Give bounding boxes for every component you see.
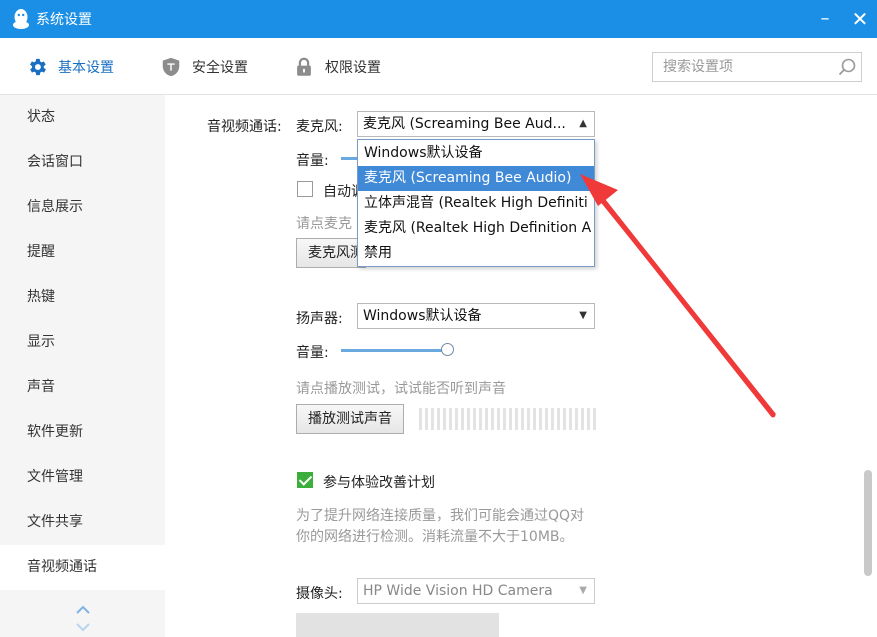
level-meter-bar <box>437 408 440 430</box>
level-meter-bar <box>575 408 578 430</box>
level-meter-bar <box>461 408 464 430</box>
level-meter-bar <box>419 408 422 430</box>
speaker-label: 扬声器: <box>296 311 343 327</box>
level-meter-bar <box>521 408 524 430</box>
tab-basic-settings[interactable]: 基本设置 <box>26 38 114 95</box>
level-meter-bar <box>563 408 566 430</box>
level-meter-bar <box>449 408 452 430</box>
level-meter-bar <box>527 408 530 430</box>
sidebar-item-info-display[interactable]: 信息展示 <box>0 185 165 230</box>
tab-basic-settings-label: 基本设置 <box>58 59 114 76</box>
level-meter-bar <box>581 408 584 430</box>
speaker-volume-label: 音量: <box>296 345 329 361</box>
experience-desc-line1: 为了提升网络连接质量，我们可能会通过QQ对 <box>296 508 585 524</box>
level-meter-bar <box>509 408 512 430</box>
speaker-select[interactable]: Windows默认设备 ▼ <box>357 303 595 329</box>
window-title: 系统设置 <box>36 12 92 28</box>
camera-select[interactable]: HP Wide Vision HD Camera ▼ <box>357 578 595 604</box>
tab-security-settings[interactable]: 安全设置 <box>160 38 248 95</box>
level-meter-bar <box>587 408 590 430</box>
mic-option-realtek-mic[interactable]: 麦克风 (Realtek High Definition A <box>358 216 594 241</box>
level-meter-bar <box>491 408 494 430</box>
speaker-level-meter <box>419 408 596 430</box>
camera-preview <box>296 613 499 637</box>
mic-volume-slider[interactable] <box>341 157 357 160</box>
sidebar-item-software-update[interactable]: 软件更新 <box>0 410 165 455</box>
caret-up-icon: ▲ <box>579 118 587 129</box>
mic-test-hint: 请点麦克 <box>296 216 352 232</box>
caret-down-icon: ▼ <box>579 585 587 596</box>
tab-security-settings-label: 安全设置 <box>192 59 248 76</box>
chevron-down-icon[interactable] <box>74 620 92 634</box>
camera-label: 摄像头: <box>296 586 343 602</box>
close-button[interactable]: ✕ <box>847 6 873 32</box>
sidebar-item-reminders[interactable]: 提醒 <box>0 230 165 275</box>
settings-sidebar: 状态 会话窗口 信息展示 提醒 热键 显示 声音 软件更新 文件管理 文件共享 … <box>0 95 165 637</box>
mic-label: 麦克风: <box>296 119 343 135</box>
sidebar-item-display[interactable]: 显示 <box>0 320 165 365</box>
speaker-test-hint: 请点播放测试，试试能否听到声音 <box>296 381 506 397</box>
level-meter-bar <box>515 408 518 430</box>
mic-dropdown-list: Windows默认设备 麦克风 (Screaming Bee Audio) 立体… <box>357 139 595 267</box>
level-meter-bar <box>473 408 476 430</box>
level-meter-bar <box>443 408 446 430</box>
speaker-volume-thumb[interactable] <box>441 343 454 356</box>
level-meter-bar <box>539 408 542 430</box>
mic-select-value: 麦克风 (Screaming Bee Aud... <box>363 116 566 132</box>
level-meter-bar <box>485 408 488 430</box>
search-icon[interactable] <box>837 57 857 77</box>
search-box <box>652 52 862 82</box>
experience-program-checkbox[interactable] <box>297 472 313 488</box>
speaker-select-value: Windows默认设备 <box>363 308 482 324</box>
level-meter-bar <box>455 408 458 430</box>
level-meter-bar <box>569 408 572 430</box>
caret-down-icon: ▼ <box>579 310 587 321</box>
level-meter-bar <box>545 408 548 430</box>
mic-select[interactable]: 麦克风 (Screaming Bee Aud... ▲ <box>357 111 595 137</box>
search-input[interactable] <box>653 53 831 81</box>
experience-desc-line2: 你的网络进行检测。消耗流量不大于10MB。 <box>296 529 574 545</box>
sidebar-item-status[interactable]: 状态 <box>0 95 165 140</box>
camera-select-value: HP Wide Vision HD Camera <box>363 583 553 599</box>
settings-toolbar: 基本设置 安全设置 权限设置 <box>0 38 877 95</box>
level-meter-bar <box>533 408 536 430</box>
experience-program-label: 参与体验改善计划 <box>323 475 435 491</box>
mic-option-screaming-bee[interactable]: 麦克风 (Screaming Bee Audio) <box>358 166 594 191</box>
title-bar: 系统设置 – ✕ <box>0 0 877 38</box>
sidebar-item-av-call[interactable]: 音视频通话 <box>0 545 165 590</box>
av-section-label: 音视频通话: <box>207 119 282 135</box>
level-meter-bar <box>551 408 554 430</box>
tab-permission-settings[interactable]: 权限设置 <box>293 38 381 95</box>
speaker-volume-slider[interactable] <box>341 349 447 352</box>
shield-icon <box>160 56 182 78</box>
mic-test-button[interactable]: 麦克风测 <box>296 238 366 268</box>
lock-icon <box>293 56 315 78</box>
mic-option-stereo-mix[interactable]: 立体声混音 (Realtek High Definiti <box>358 191 594 216</box>
level-meter-bar <box>593 408 596 430</box>
sidebar-item-hotkeys[interactable]: 热键 <box>0 275 165 320</box>
speaker-test-button[interactable]: 播放测试声音 <box>296 404 404 434</box>
level-meter-bar <box>479 408 482 430</box>
level-meter-bar <box>467 408 470 430</box>
mic-auto-adjust-checkbox[interactable] <box>297 181 313 197</box>
sidebar-item-chat-window[interactable]: 会话窗口 <box>0 140 165 185</box>
level-meter-bar <box>497 408 500 430</box>
gear-icon <box>26 56 48 78</box>
minimize-button[interactable]: – <box>812 6 838 32</box>
chevron-up-icon[interactable] <box>74 603 92 617</box>
tab-permission-settings-label: 权限设置 <box>325 59 381 76</box>
sidebar-item-sound[interactable]: 声音 <box>0 365 165 410</box>
content-scrollbar[interactable] <box>864 470 872 576</box>
level-meter-bar <box>431 408 434 430</box>
sidebar-item-file-management[interactable]: 文件管理 <box>0 455 165 500</box>
qq-penguin-icon <box>13 9 29 29</box>
level-meter-bar <box>425 408 428 430</box>
sidebar-item-file-sharing[interactable]: 文件共享 <box>0 500 165 545</box>
level-meter-bar <box>503 408 506 430</box>
mic-option-windows-default[interactable]: Windows默认设备 <box>358 141 594 166</box>
level-meter-bar <box>557 408 560 430</box>
mic-volume-label: 音量: <box>296 153 329 169</box>
mic-option-disabled[interactable]: 禁用 <box>358 241 594 266</box>
